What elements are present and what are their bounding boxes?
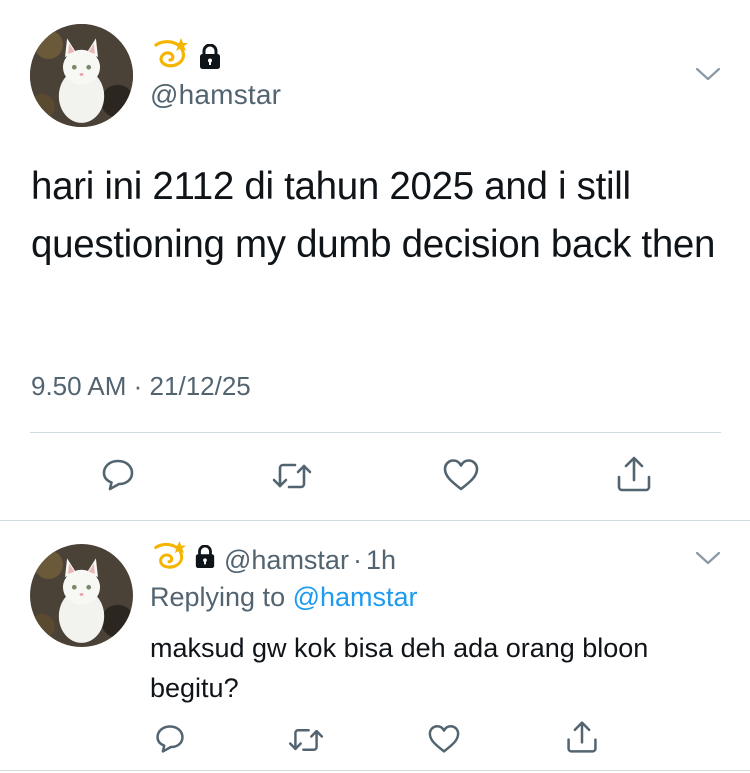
display-name[interactable] bbox=[150, 37, 222, 78]
retweet-icon[interactable] bbox=[288, 725, 324, 755]
like-icon[interactable] bbox=[442, 458, 480, 492]
avatar[interactable] bbox=[30, 544, 133, 647]
reply-icon[interactable] bbox=[100, 457, 136, 493]
dizzy-icon bbox=[150, 540, 188, 581]
reply-header[interactable]: @hamstar · 1h bbox=[150, 540, 396, 581]
reply-text: maksud gw kok bisa deh ada orang bloon b… bbox=[150, 633, 649, 703]
chevron-down-icon[interactable] bbox=[695, 550, 721, 566]
share-icon[interactable] bbox=[615, 455, 653, 493]
lock-icon bbox=[198, 43, 222, 75]
retweet-icon[interactable] bbox=[272, 459, 312, 493]
mention-link[interactable]: @hamstar bbox=[293, 582, 418, 612]
lock-icon bbox=[194, 544, 216, 576]
like-icon[interactable] bbox=[427, 724, 461, 754]
meta-separator: · bbox=[133, 371, 143, 401]
replying-to: Replying to @hamstar bbox=[150, 582, 418, 613]
user-handle[interactable]: @hamstar bbox=[224, 545, 349, 576]
reply-icon[interactable] bbox=[154, 723, 186, 755]
chevron-down-icon[interactable] bbox=[695, 66, 721, 82]
share-icon[interactable] bbox=[565, 720, 599, 754]
divider bbox=[30, 432, 721, 433]
tweet-timestamp[interactable]: 9.50 AM · 21/12/25 bbox=[31, 371, 251, 402]
meta-separator: · bbox=[352, 545, 362, 575]
reply-time[interactable]: 1h bbox=[366, 545, 396, 576]
divider bbox=[0, 770, 750, 771]
divider bbox=[0, 520, 750, 521]
tweet-date: 21/12/25 bbox=[149, 371, 251, 401]
tweet-time: 9.50 AM bbox=[31, 371, 127, 401]
dizzy-icon bbox=[150, 37, 190, 78]
avatar[interactable] bbox=[30, 24, 133, 127]
replying-prefix: Replying to bbox=[150, 582, 286, 612]
user-handle[interactable]: @hamstar bbox=[150, 79, 281, 111]
tweet-text: hari ini 2112 di tahun 2025 and i still … bbox=[31, 165, 716, 266]
